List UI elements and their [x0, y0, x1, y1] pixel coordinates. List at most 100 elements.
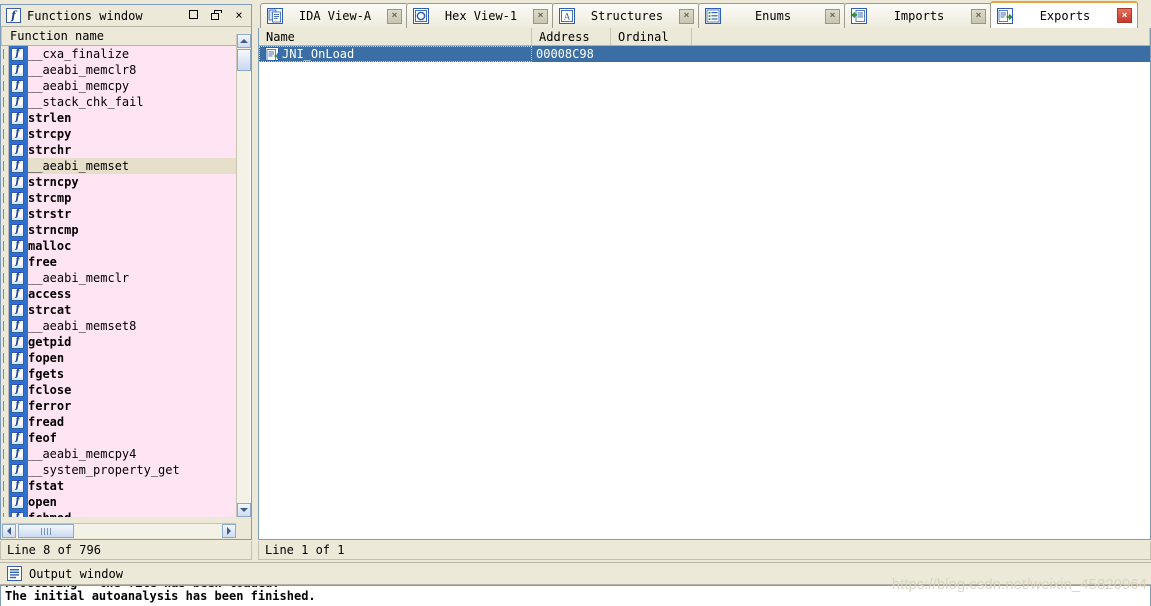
- imports-icon: [851, 8, 867, 24]
- grip-line-icon: [47, 527, 48, 535]
- function-list-item[interactable]: f fgets: [1, 366, 237, 382]
- close-button[interactable]: ×: [231, 7, 247, 22]
- function-list-item[interactable]: f strcmp: [1, 190, 237, 206]
- function-name: __system_property_get: [28, 463, 180, 477]
- function-list-item[interactable]: f ferror: [1, 398, 237, 414]
- function-list-item[interactable]: f __aeabi_memcpy: [1, 78, 237, 94]
- function-list-item[interactable]: f __aeabi_memclr8: [1, 62, 237, 78]
- function-name: strlen: [28, 111, 72, 125]
- exports-column-header-name[interactable]: Name: [259, 28, 532, 45]
- scroll-up-button[interactable]: [237, 34, 251, 48]
- function-gutter-mark: [1, 414, 9, 430]
- function-f-icon: f: [11, 95, 24, 109]
- function-list-item[interactable]: f strlen: [1, 110, 237, 126]
- function-icon-cell: f: [9, 398, 28, 414]
- function-icon-cell: f: [9, 414, 28, 430]
- tab-close-icon[interactable]: ×: [1117, 8, 1132, 23]
- exports-table-body[interactable]: JNI_OnLoad 00008C98: [259, 46, 1150, 538]
- functions-column-header[interactable]: Function name: [1, 27, 251, 46]
- restore-button[interactable]: [208, 7, 224, 22]
- function-name: free: [28, 255, 57, 269]
- tab-enums[interactable]: Enums ×: [698, 3, 846, 28]
- function-list-item[interactable]: f __aeabi_memset: [1, 158, 237, 174]
- function-list-item[interactable]: f feof: [1, 430, 237, 446]
- functions-vertical-scrollbar[interactable]: [236, 34, 251, 517]
- function-list-item[interactable]: f strncmp: [1, 222, 237, 238]
- function-icon-cell: f: [9, 110, 28, 126]
- function-list-item[interactable]: f __aeabi_memset8: [1, 318, 237, 334]
- function-list-item[interactable]: f open: [1, 494, 237, 510]
- tab-label: Exports: [1039, 8, 1091, 23]
- function-list-item[interactable]: f getpid: [1, 334, 237, 350]
- function-name: fread: [28, 415, 65, 429]
- function-list-item[interactable]: f __cxa_finalize: [1, 46, 237, 62]
- function-f-icon: f: [11, 367, 24, 381]
- tab-structures[interactable]: A Structures ×: [552, 3, 700, 28]
- function-list-item[interactable]: f strncpy: [1, 174, 237, 190]
- tab-close-icon[interactable]: ×: [971, 8, 986, 24]
- tab-close-icon[interactable]: ×: [825, 8, 840, 24]
- vertical-scrollbar-thumb[interactable]: [237, 49, 251, 71]
- function-list-item[interactable]: f malloc: [1, 238, 237, 254]
- tab-imports[interactable]: Imports ×: [844, 3, 992, 28]
- function-list-item[interactable]: f strchr: [1, 142, 237, 158]
- exports-column-header-filler[interactable]: [692, 28, 1150, 45]
- hex-view-icon: [413, 8, 429, 24]
- tab-exports[interactable]: Exports ×: [990, 1, 1138, 28]
- function-name-column-header[interactable]: Function name: [1, 27, 251, 45]
- function-icon-cell: f: [9, 174, 28, 190]
- tab-ida-view-a[interactable]: IDA View-A ×: [260, 3, 408, 28]
- tab-close-icon[interactable]: ×: [387, 8, 402, 24]
- scroll-right-button[interactable]: [222, 524, 236, 538]
- tabbar: IDA View-A × Hex View-1 × A Structures × Enums ×…: [258, 0, 1151, 28]
- functions-list[interactable]: f __cxa_finalize f __aeabi_memclr8 f __aeabi_…: [1, 46, 237, 517]
- function-f-icon: f: [11, 463, 24, 477]
- function-icon-cell: f: [9, 382, 28, 398]
- scroll-left-button[interactable]: [2, 524, 16, 538]
- function-gutter-mark: [1, 94, 9, 110]
- tab-close-icon[interactable]: ×: [679, 8, 694, 24]
- horizontal-scrollbar-thumb[interactable]: [18, 524, 74, 538]
- function-list-item[interactable]: f fstat: [1, 478, 237, 494]
- svg-text:A: A: [564, 12, 571, 22]
- function-f-icon: f: [11, 479, 24, 493]
- function-list-item[interactable]: f strstr: [1, 206, 237, 222]
- functions-horizontal-scrollbar[interactable]: [2, 523, 236, 538]
- tab-close-icon[interactable]: ×: [533, 8, 548, 24]
- function-icon-cell: f: [9, 270, 28, 286]
- function-gutter-mark: [1, 366, 9, 382]
- exports-column-header-ordinal[interactable]: Ordinal: [611, 28, 692, 45]
- function-list-item[interactable]: ffchmod: [1, 510, 237, 517]
- function-name: fgets: [28, 367, 65, 381]
- function-list-item[interactable]: f free: [1, 254, 237, 270]
- exports-column-header-address[interactable]: Address: [532, 28, 611, 45]
- function-icon-cell: f: [9, 126, 28, 142]
- exports-table-row[interactable]: JNI_OnLoad 00008C98: [259, 46, 1150, 62]
- exports-icon: [997, 7, 1013, 24]
- function-list-item[interactable]: f fopen: [1, 350, 237, 366]
- function-gutter-mark: [1, 110, 9, 126]
- function-f-icon: f: [11, 63, 24, 77]
- function-list-item[interactable]: f __system_property_get: [1, 462, 237, 478]
- function-list-item[interactable]: f strcpy: [1, 126, 237, 142]
- function-f-icon: f: [11, 255, 24, 269]
- function-list-item[interactable]: f __stack_chk_fail: [1, 94, 237, 110]
- function-list-item[interactable]: f fclose: [1, 382, 237, 398]
- function-f-icon: f: [11, 207, 24, 221]
- minimize-button[interactable]: [185, 7, 201, 22]
- function-list-item[interactable]: f strcat: [1, 302, 237, 318]
- functions-status-text: Line 8 of 796: [7, 543, 101, 557]
- function-list-item[interactable]: f fread: [1, 414, 237, 430]
- exports-column-header[interactable]: Name Address Ordinal: [259, 28, 1150, 46]
- function-list-item[interactable]: f __aeabi_memcpy4: [1, 446, 237, 462]
- function-f-icon: f: [11, 175, 24, 189]
- tab-hex-view-1[interactable]: Hex View-1 ×: [406, 3, 554, 28]
- export-name: JNI_OnLoad: [282, 47, 355, 61]
- scroll-down-button[interactable]: [237, 503, 251, 517]
- tab-label: Enums: [754, 9, 792, 23]
- function-name: __aeabi_memclr8: [28, 63, 137, 77]
- function-name: strcat: [28, 303, 72, 317]
- function-list-item[interactable]: f __aeabi_memclr: [1, 270, 237, 286]
- function-gutter-mark: [1, 126, 9, 142]
- function-list-item[interactable]: f access: [1, 286, 237, 302]
